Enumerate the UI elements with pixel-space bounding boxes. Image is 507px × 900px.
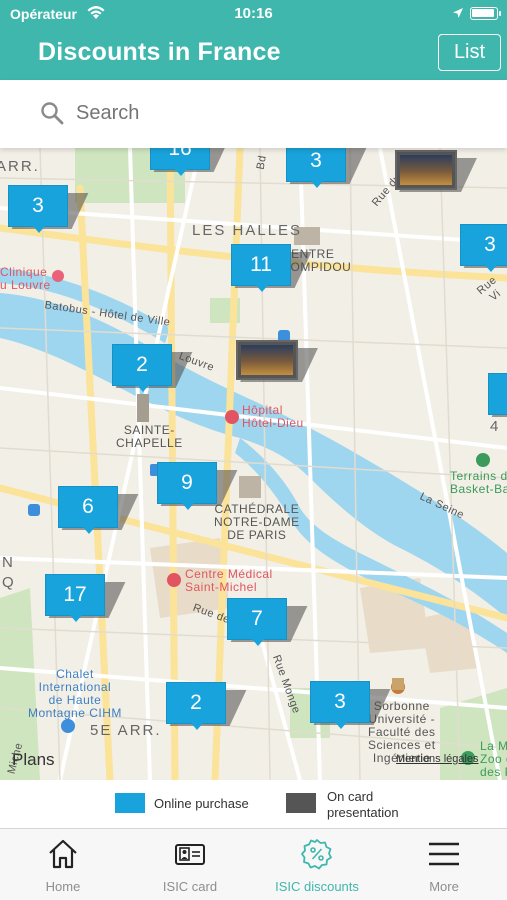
marker-count: 3 [310,681,370,729]
location-arrow-icon [452,6,464,24]
discount-marker[interactable]: 9 [157,462,238,510]
map-label-chalet: Chalet International de Haute Montagne C… [28,667,122,720]
discount-marker[interactable]: 7 [227,598,308,646]
discount-marker[interactable]: 3 [310,681,391,729]
menu-icon [381,837,507,871]
search-bar [0,80,507,148]
tab-isic-card[interactable]: ISIC card [127,829,253,900]
map-label-n: N [2,554,15,571]
online-purchase-label: Online purchase [154,796,249,811]
map-label-les-halles: LES HALLES [192,222,303,239]
tab-label: More [429,879,459,894]
legal-notice-link[interactable]: Mentions légales [396,753,479,765]
marker-count [488,373,507,415]
marker-count: 3 [460,224,507,272]
marker-count: 7 [227,598,287,646]
marker-count: 17 [45,574,105,622]
search-input[interactable] [76,102,456,125]
discount-marker[interactable] [488,373,507,417]
map-legend: Online purchase On card presentation [0,780,507,828]
tab-isic-discounts[interactable]: ISIC discounts [254,829,380,900]
marker-count: 3 [286,148,346,188]
page-title: Discounts in France [38,38,281,66]
marker-count: 11 [231,244,291,292]
map-label-arr1: ARR. [0,158,40,175]
online-purchase-swatch [115,793,150,817]
marker-count: 2 [166,682,226,730]
discount-marker[interactable]: 17 [45,574,126,622]
discount-marker[interactable]: 3 [8,185,89,233]
photo-thumbnail [241,345,293,375]
tab-home[interactable]: Home [0,829,126,900]
discount-marker[interactable]: 3 [286,148,367,188]
marker-count: 3 [8,185,68,233]
photo-marker[interactable] [395,150,477,192]
photo-thumbnail [400,155,452,185]
marker-count: 16 [150,148,210,176]
maps-attribution: Plans [12,750,55,769]
photo-marker[interactable] [236,340,318,382]
card-presentation-label: On card presentation [327,789,399,820]
discount-marker[interactable]: 11 [231,244,312,292]
marker-count: 9 [157,462,217,510]
discount-marker[interactable]: 16 [150,148,231,176]
map-label-sainte-chapelle: SAINTE- CHAPELLE [116,423,183,450]
card-presentation-swatch [286,793,316,813]
map-label-cathedrale: CATHÉDRALE NOTRE-DAME DE PARIS [214,502,300,542]
tab-more[interactable]: More [381,829,507,900]
tab-label: ISIC card [162,879,218,894]
map-label-zoo: La M Zoo d des P [480,739,507,779]
map-label-arr5: 5E ARR. [90,722,162,739]
map-label-q: Q [2,574,16,591]
map-label-hopital: Hôpital Hôtel-Dieu [242,403,304,430]
discount-marker[interactable]: 2 [112,344,193,392]
map-label-4: 4 [490,418,501,435]
tab-label: Home [45,879,81,894]
map-view[interactable]: ARR. LES HALLES CENTRE POMPIDOU Clinique… [0,148,507,780]
id-card-icon [127,837,253,871]
map-label-clinique: Clinique u Louvre [0,265,51,292]
tab-label: ISIC discounts [275,879,359,894]
marker-count: 6 [58,486,118,534]
status-bar: Opérateur 10:16 [0,0,507,28]
clock: 10:16 [234,5,273,22]
tab-bar: Home ISIC card ISIC discounts More [0,828,507,900]
discount-badge-icon [254,837,380,871]
map-label-bd: Bd [254,154,269,171]
discount-marker[interactable]: 3 [460,224,507,272]
home-icon [0,837,126,871]
list-view-button[interactable]: List [438,34,501,71]
search-icon [40,101,64,130]
discount-marker[interactable]: 6 [58,486,139,534]
map-label-terrains: Terrains d Basket-Ba [450,469,507,496]
battery-icon [470,7,501,20]
discount-marker[interactable]: 2 [166,682,247,730]
marker-count: 2 [112,344,172,392]
app-header: Opérateur 10:16 Discounts in France List [0,0,507,80]
map-label-centre-medical: Centre Médical Saint-Michel [185,567,273,594]
